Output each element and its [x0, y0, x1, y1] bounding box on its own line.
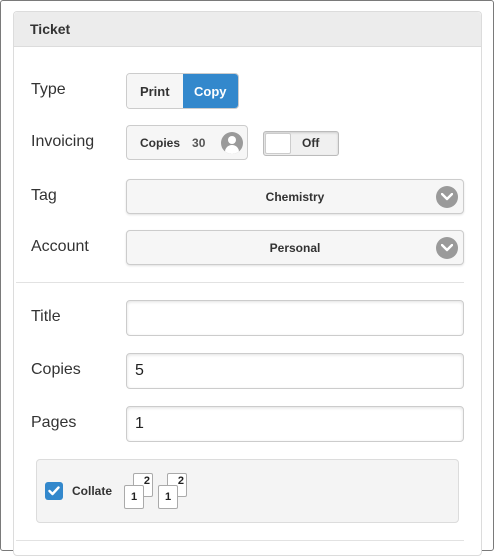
- tag-label: Tag: [31, 187, 57, 204]
- page-1-icon: 1: [158, 485, 178, 509]
- title-input[interactable]: [126, 300, 464, 336]
- collate-label: Collate: [72, 484, 113, 498]
- chevron-down-icon: [436, 237, 458, 259]
- page-1-icon: 1: [124, 485, 144, 509]
- copies-input[interactable]: 5: [126, 353, 464, 389]
- invoicing-toggle[interactable]: Off: [263, 131, 339, 156]
- copy-option-button[interactable]: Copy: [182, 74, 238, 108]
- account-label: Account: [31, 238, 89, 255]
- section-divider: [16, 540, 464, 541]
- chevron-down-icon: [436, 186, 458, 208]
- toggle-state-label: Off: [302, 136, 320, 150]
- title-label: Title: [31, 308, 61, 325]
- checkmark-icon: [48, 486, 60, 496]
- invoicing-label: Invoicing: [31, 133, 95, 150]
- pages-input[interactable]: 1: [126, 406, 464, 442]
- collate-option[interactable]: Collate 2 1 2 1: [36, 459, 459, 523]
- section-divider: [16, 282, 464, 283]
- invoicing-copies-button[interactable]: Copies 30: [126, 125, 248, 160]
- type-label: Type: [31, 81, 66, 98]
- panel-title: Ticket: [14, 12, 481, 47]
- toggle-handle[interactable]: [265, 133, 291, 154]
- copies-label: Copies: [31, 361, 81, 378]
- collate-checkbox[interactable]: [45, 482, 63, 500]
- invoicing-copies-label: Copies: [140, 135, 181, 150]
- print-option-button[interactable]: Print: [127, 74, 183, 108]
- invoicing-copies-count: 30: [192, 135, 206, 150]
- tag-select-value: Chemistry: [265, 189, 325, 204]
- tag-select[interactable]: Chemistry: [126, 179, 464, 214]
- type-segmented-control: Print Copy: [126, 73, 239, 109]
- pages-label: Pages: [31, 414, 77, 431]
- account-select-value: Personal: [269, 240, 321, 255]
- user-icon: [221, 132, 243, 154]
- account-select[interactable]: Personal: [126, 230, 464, 265]
